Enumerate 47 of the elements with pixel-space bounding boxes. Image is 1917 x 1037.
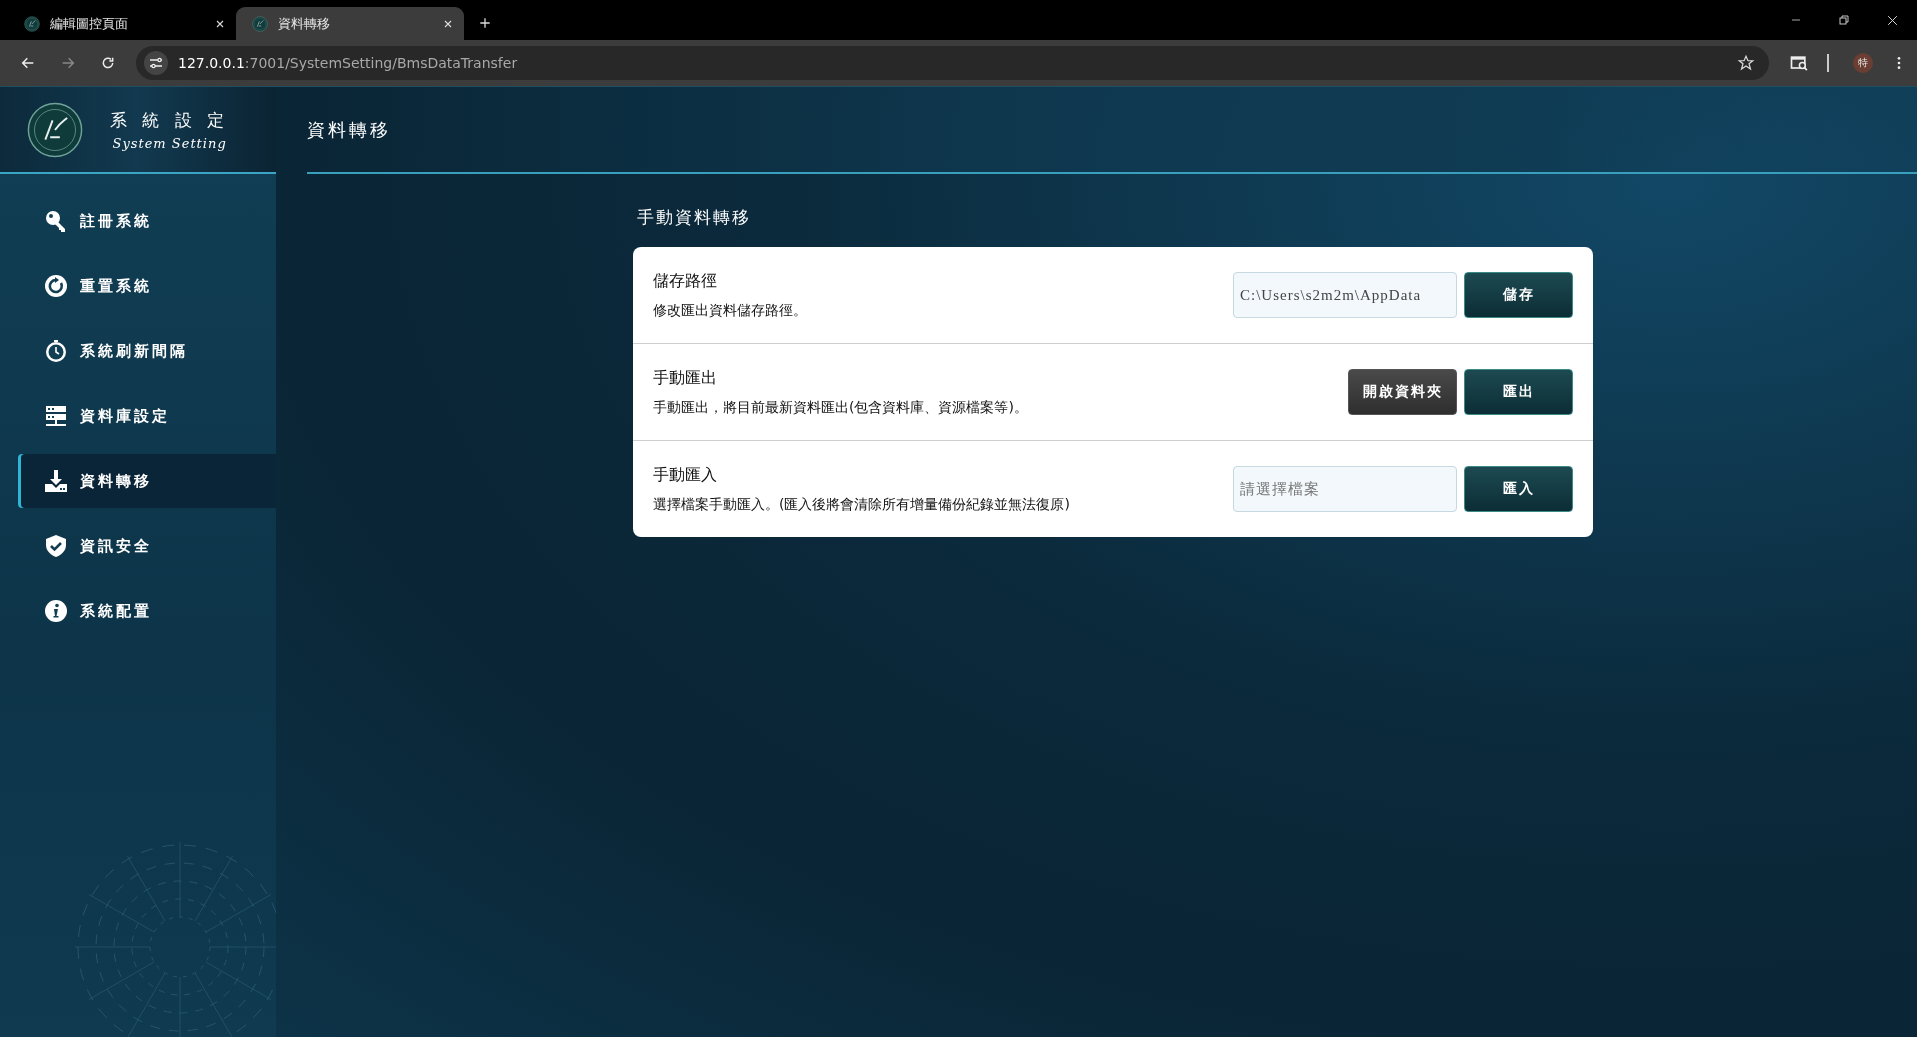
app-title: 系 統 設 定	[110, 108, 230, 132]
back-icon[interactable]	[20, 55, 36, 71]
file-field[interactable]: 請選擇檔案	[1233, 466, 1457, 512]
sidebar-item[interactable]: 資料庫設定	[18, 389, 276, 443]
sidebar-item[interactable]: 重置系統	[18, 259, 276, 313]
setting-description: 手動匯出，將目前最新資料匯出(包含資料庫、資源檔案等)。	[653, 398, 1029, 417]
shield-check-icon	[44, 534, 68, 558]
info-icon	[44, 599, 68, 623]
profile-avatar[interactable]: 特	[1853, 53, 1873, 73]
logo-icon	[252, 15, 268, 32]
action-button[interactable]: 匯入	[1464, 466, 1573, 512]
setting-title: 儲存路徑	[653, 270, 718, 292]
stopwatch-icon	[44, 339, 68, 363]
browser-tab[interactable]: 編輯圖控頁面	[8, 7, 236, 40]
section-title: 手動資料轉移	[636, 206, 752, 229]
browser-tab[interactable]: 資料轉移	[236, 7, 464, 40]
logo-icon	[24, 15, 40, 32]
setting-title: 手動匯入	[653, 464, 718, 486]
download-icon	[44, 469, 68, 493]
star-icon[interactable]	[1737, 54, 1755, 72]
sidebar-item[interactable]: 資料轉移	[18, 454, 276, 508]
open-folder-button[interactable]: 開啟資料夾	[1348, 369, 1457, 415]
close-icon[interactable]	[1886, 13, 1899, 27]
reset-icon	[44, 274, 68, 298]
logo-icon	[26, 100, 84, 159]
new-tab-icon[interactable]	[478, 16, 492, 30]
server-icon	[44, 404, 68, 428]
setting-description: 選擇檔案手動匯入。(匯入後將會清除所有增量備份紀錄並無法復原)	[653, 495, 1071, 514]
page-title: 資料轉移	[307, 117, 391, 142]
sidebar-item[interactable]: 註冊系統	[18, 194, 276, 248]
sidebar-item[interactable]: 資訊安全	[18, 519, 276, 573]
action-button[interactable]: 儲存	[1464, 272, 1573, 318]
key-icon	[44, 209, 68, 233]
reload-icon[interactable]	[100, 55, 116, 71]
site-settings-icon[interactable]	[144, 51, 168, 75]
sidebar-item[interactable]: 系統配置	[18, 584, 276, 638]
action-button[interactable]: 匯出	[1464, 369, 1573, 415]
forward-icon[interactable]	[60, 55, 76, 71]
address-bar[interactable]: 127.0.0.1:7001/SystemSetting/BmsDataTransfer	[136, 46, 1769, 80]
sidebar-item[interactable]: 系統刷新間隔	[18, 324, 276, 378]
app-subtitle: System Setting	[112, 135, 227, 151]
path-field[interactable]: C:\Users\s2m2m\AppData	[1233, 272, 1457, 318]
restore-icon[interactable]	[1838, 14, 1850, 26]
setting-description: 修改匯出資料儲存路徑。	[653, 301, 808, 320]
url-text: 127.0.0.1:7001/SystemSetting/BmsDataTransfer	[178, 55, 518, 71]
search-tab-icon[interactable]	[1789, 53, 1809, 73]
setting-title: 手動匯出	[653, 367, 718, 389]
